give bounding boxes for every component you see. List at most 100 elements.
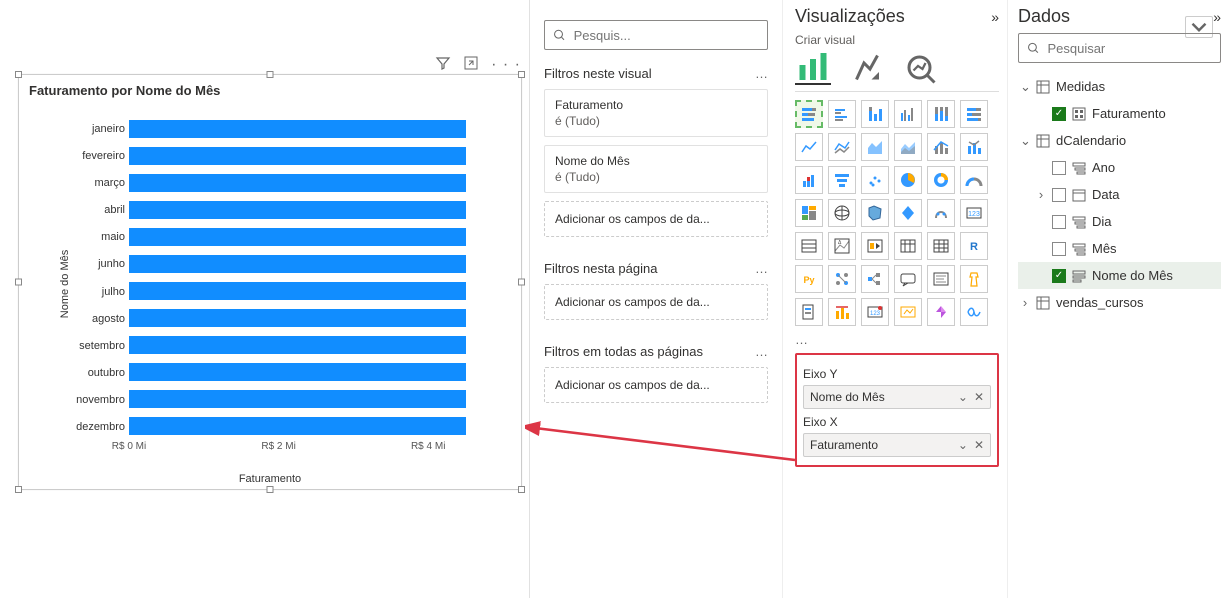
viz-type-icon[interactable] [894, 265, 922, 293]
viz-type-icon[interactable] [894, 133, 922, 161]
viz-type-icon[interactable] [960, 100, 988, 128]
field-node[interactable]: Mês [1018, 235, 1221, 262]
add-all-filter[interactable]: Adicionar os campos de da... [544, 367, 768, 403]
field-checkbox[interactable] [1052, 242, 1066, 256]
viz-type-icon[interactable] [927, 100, 955, 128]
well-y-slot[interactable]: Nome do Mês ⌄✕ [803, 385, 991, 409]
viz-type-icon[interactable] [861, 166, 889, 194]
resize-handle[interactable] [267, 486, 274, 493]
chevron-down-icon[interactable]: ⌄ [958, 390, 968, 404]
add-visual-filter[interactable]: Adicionar os campos de da... [544, 201, 768, 237]
viz-type-icon[interactable] [927, 199, 955, 227]
viz-type-icon[interactable]: Py [795, 265, 823, 293]
viz-type-icon[interactable] [927, 133, 955, 161]
field-checkbox[interactable] [1052, 215, 1066, 229]
viz-type-icon[interactable] [894, 298, 922, 326]
bar-rect[interactable] [129, 120, 466, 138]
field-checkbox[interactable]: ✓ [1052, 107, 1066, 121]
more-options-icon[interactable]: · · · [491, 56, 521, 74]
filter-card-faturamento[interactable]: Faturamento é (Tudo) [544, 89, 768, 137]
viz-type-icon[interactable]: R [960, 232, 988, 260]
viz-type-icon[interactable] [960, 298, 988, 326]
resize-handle[interactable] [518, 71, 525, 78]
build-visual-tab[interactable] [795, 53, 831, 85]
viz-type-icon[interactable] [828, 133, 856, 161]
viz-type-icon[interactable] [828, 265, 856, 293]
field-node[interactable]: ›Data [1018, 181, 1221, 208]
viz-type-icon[interactable]: Δ [828, 232, 856, 260]
viz-gallery-more[interactable]: … [795, 332, 999, 347]
viz-type-icon[interactable]: 123 [960, 199, 988, 227]
chevron-down-icon[interactable]: ⌄ [958, 438, 968, 452]
viz-type-icon[interactable] [795, 166, 823, 194]
viz-type-icon[interactable] [960, 265, 988, 293]
field-node[interactable]: Dia [1018, 208, 1221, 235]
viz-type-icon[interactable] [795, 298, 823, 326]
resize-handle[interactable] [15, 71, 22, 78]
viz-type-icon[interactable] [828, 166, 856, 194]
field-checkbox[interactable]: ✓ [1052, 269, 1066, 283]
bar-rect[interactable] [129, 201, 466, 219]
viz-type-icon[interactable] [828, 199, 856, 227]
field-node[interactable]: ✓Nome do Mês [1018, 262, 1221, 289]
focus-mode-icon[interactable] [463, 55, 479, 74]
viz-type-icon[interactable] [795, 199, 823, 227]
table-node[interactable]: ⌄Medidas [1018, 73, 1221, 100]
viz-type-icon[interactable] [894, 232, 922, 260]
resize-handle[interactable] [15, 279, 22, 286]
viz-type-icon[interactable] [795, 232, 823, 260]
filter-icon[interactable] [435, 55, 451, 74]
bar-rect[interactable] [129, 336, 466, 354]
viz-type-icon[interactable]: 123 [861, 298, 889, 326]
viz-type-icon[interactable] [927, 298, 955, 326]
bar-rect[interactable] [129, 174, 466, 192]
viz-type-icon[interactable] [861, 133, 889, 161]
remove-icon[interactable]: ✕ [974, 438, 984, 452]
collapse-pane-icon[interactable]: » [1213, 9, 1221, 25]
field-node[interactable]: Ano [1018, 154, 1221, 181]
viz-type-icon[interactable] [795, 100, 823, 128]
viz-type-icon[interactable] [927, 166, 955, 194]
viz-type-icon[interactable] [861, 232, 889, 260]
table-node[interactable]: ⌄dCalendario [1018, 127, 1221, 154]
viz-type-icon[interactable] [828, 298, 856, 326]
viz-type-icon[interactable] [828, 100, 856, 128]
table-node[interactable]: ›vendas_cursos [1018, 289, 1221, 316]
more-icon[interactable]: … [755, 261, 768, 276]
bar-rect[interactable] [129, 228, 466, 246]
well-x-slot[interactable]: Faturamento ⌄✕ [803, 433, 991, 457]
resize-handle[interactable] [267, 71, 274, 78]
viz-type-icon[interactable] [960, 166, 988, 194]
field-checkbox[interactable] [1052, 161, 1066, 175]
bar-chart-visual[interactable]: Faturamento por Nome do Mês Nome do Mês … [18, 74, 522, 490]
viz-type-icon[interactable] [927, 232, 955, 260]
collapse-pane-icon[interactable]: » [991, 9, 999, 25]
bar-rect[interactable] [129, 417, 466, 435]
data-search-input[interactable] [1047, 41, 1212, 56]
resize-handle[interactable] [15, 486, 22, 493]
more-icon[interactable]: … [755, 66, 768, 81]
bar-rect[interactable] [129, 282, 466, 300]
viz-type-icon[interactable] [894, 100, 922, 128]
format-visual-tab[interactable] [849, 53, 885, 85]
data-search[interactable] [1018, 33, 1221, 63]
viz-type-icon[interactable] [861, 265, 889, 293]
bar-rect[interactable] [129, 363, 466, 381]
field-checkbox[interactable] [1052, 188, 1066, 202]
viz-type-icon[interactable] [795, 133, 823, 161]
analytics-tab[interactable] [903, 53, 939, 85]
add-page-filter[interactable]: Adicionar os campos de da... [544, 284, 768, 320]
viz-type-icon[interactable] [960, 133, 988, 161]
more-icon[interactable]: … [755, 344, 768, 359]
bar-rect[interactable] [129, 255, 466, 273]
resize-handle[interactable] [518, 486, 525, 493]
filters-search-input[interactable] [574, 28, 759, 43]
filters-search[interactable] [544, 20, 768, 50]
resize-handle[interactable] [518, 279, 525, 286]
bar-rect[interactable] [129, 309, 466, 327]
viz-type-icon[interactable] [861, 199, 889, 227]
viz-type-icon[interactable] [927, 265, 955, 293]
bar-rect[interactable] [129, 147, 466, 165]
filter-card-nome-mes[interactable]: Nome do Mês é (Tudo) [544, 145, 768, 193]
field-node[interactable]: ✓Faturamento [1018, 100, 1221, 127]
